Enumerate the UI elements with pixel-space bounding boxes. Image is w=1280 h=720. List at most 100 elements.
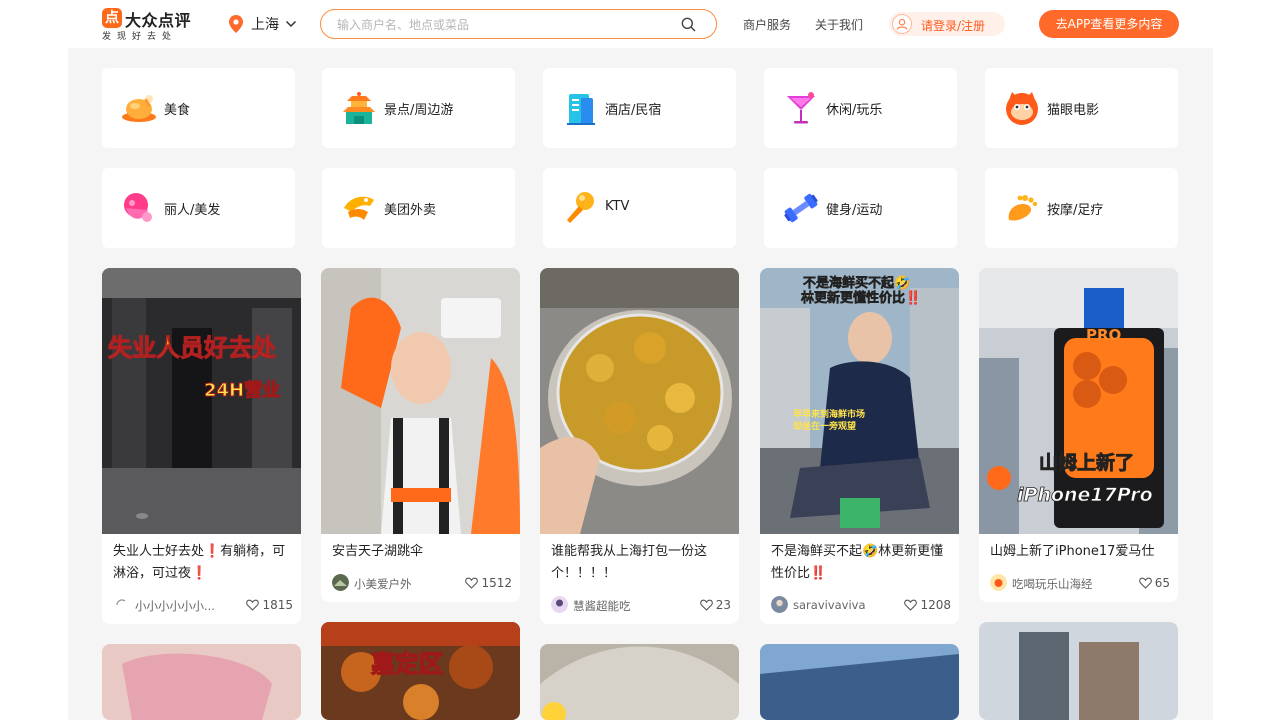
category-label: KTV [605, 199, 630, 214]
author-avatar [990, 574, 1007, 591]
like-button[interactable]: 1815 [246, 597, 293, 613]
author-avatar [332, 574, 349, 591]
category-hotel[interactable]: 酒店/民宿 [543, 68, 736, 148]
search-box [320, 9, 717, 39]
cocktail-icon [787, 92, 815, 124]
search-icon[interactable] [681, 17, 696, 32]
feed-card[interactable]: 嘉定区 [321, 622, 520, 720]
category-label: 丽人/美发 [164, 203, 221, 218]
category-ktv[interactable]: KTV [543, 168, 736, 248]
feed-card[interactable] [102, 644, 301, 720]
category-label: 美团外卖 [384, 203, 437, 218]
feed-card[interactable]: 安吉天子湖跳伞 小美爱户外 1512 [321, 268, 520, 602]
login-label: 请登录/注册 [921, 19, 986, 33]
location-pin-icon [229, 15, 243, 33]
category-food[interactable]: 美食 [102, 68, 295, 148]
category-label: 猫眼电影 [1047, 103, 1100, 118]
category-leisure[interactable]: 休闲/玩乐 [764, 68, 957, 148]
top-header: 点 大众点评 发现好去处 上海 商户服务 关于我们 请登录/注册 去APP查看更… [0, 0, 1280, 48]
author-name: saravivaviva [793, 598, 866, 612]
like-button[interactable]: 23 [699, 597, 731, 613]
image-caption: 林更新更懂性价比‼️ [801, 291, 922, 307]
like-count: 23 [715, 598, 731, 612]
heart-icon [904, 599, 918, 611]
nav-about-us[interactable]: 关于我们 [815, 16, 863, 33]
post-meta: 小小小小小小... 1815 [113, 596, 293, 614]
chevron-down-icon [285, 20, 297, 28]
roast-chicken-icon [122, 95, 156, 122]
author-name: 慧酱超能吃 [573, 599, 631, 613]
like-button[interactable]: 1208 [904, 597, 951, 613]
category-label: 景点/周边游 [384, 103, 454, 118]
like-count: 1208 [920, 598, 951, 612]
feed-card[interactable] [540, 644, 739, 720]
like-button[interactable]: 65 [1138, 575, 1170, 591]
like-count: 1815 [262, 598, 293, 612]
author-name: 小美爱户外 [354, 577, 412, 591]
feed-card[interactable]: PRO 山姆上新了 iPhone17Pro 山姆上新了iPhone17爱马仕 吃… [979, 268, 1178, 602]
post-image [540, 644, 739, 720]
image-caption: iPhone17Pro [1017, 484, 1153, 507]
image-caption: 山姆上新了 [1039, 452, 1135, 475]
heart-icon [699, 599, 713, 611]
category-delivery[interactable]: 美团外卖 [322, 168, 515, 248]
feed-card[interactable] [979, 622, 1178, 720]
pagoda-icon [343, 92, 375, 124]
post-title[interactable]: 安吉天子湖跳伞 [332, 541, 512, 563]
post-meta: 慧酱超能吃 23 [551, 596, 731, 614]
logo-mark-icon: 点 [102, 8, 122, 28]
feed-card[interactable]: 谁能帮我从上海打包一份这个！！！！ 慧酱超能吃 23 [540, 268, 739, 624]
post-image [102, 644, 301, 720]
feed-card[interactable]: 不是海鲜买不起🤣 林更新更懂性价比‼️ 早早来到海鲜市场 却坐在一旁观望 不是海… [760, 268, 959, 624]
post-meta: 吃喝玩乐山海经 65 [990, 574, 1170, 592]
post-meta: saravivaviva 1208 [771, 596, 951, 614]
foot-icon [1008, 195, 1038, 221]
city-name: 上海 [251, 17, 279, 33]
logo-slogan: 发现好去处 [102, 32, 178, 42]
post-title[interactable]: 失业人士好去处❗有躺椅，可淋浴，可过夜❗ [113, 541, 293, 585]
heart-icon [465, 577, 479, 589]
category-massage[interactable]: 按摩/足疗 [985, 168, 1178, 248]
like-button[interactable]: 1512 [465, 575, 512, 591]
open-app-button[interactable]: 去APP查看更多内容 [1039, 10, 1179, 38]
user-icon [892, 14, 912, 34]
dianping-logo[interactable]: 点 大众点评 发现好去处 [102, 7, 194, 42]
dumbbell-icon [784, 193, 818, 223]
author-avatar [113, 596, 130, 613]
main-content: 美食 景点/周边游 酒店/民宿 休闲/玩乐 猫眼电影 丽人/美发 美团外卖 KT… [68, 48, 1213, 720]
feed-card[interactable] [760, 644, 959, 720]
feed-card[interactable]: 失业人员好去处 24H营业 失业人士好去处❗有躺椅，可淋浴，可过夜❗ 小小小小小… [102, 268, 301, 624]
post-title[interactable]: 不是海鲜买不起🤣林更新更懂性价比‼️ [771, 541, 951, 585]
category-movies[interactable]: 猫眼电影 [985, 68, 1178, 148]
image-caption: PRO [1086, 326, 1122, 344]
microphone-icon [567, 192, 594, 223]
beauty-head-icon [124, 193, 152, 222]
image-caption: 24H营业 [203, 380, 281, 402]
search-input[interactable] [337, 16, 667, 34]
like-count: 1512 [481, 576, 512, 590]
post-image [760, 268, 959, 534]
post-image [321, 268, 520, 534]
category-scenic[interactable]: 景点/周边游 [322, 68, 515, 148]
heart-icon [246, 599, 260, 611]
post-image [979, 622, 1178, 720]
category-label: 按摩/足疗 [1047, 203, 1104, 218]
post-meta: 小美爱户外 1512 [332, 574, 512, 592]
image-caption: 失业人员好去处 [108, 334, 277, 363]
logo-title: 大众点评 [125, 11, 192, 30]
post-title[interactable]: 谁能帮我从上海打包一份这个！！！！ [551, 541, 731, 585]
city-selector[interactable]: 上海 [229, 14, 297, 34]
post-image [760, 644, 959, 720]
author-name: 吃喝玩乐山海经 [1012, 577, 1093, 591]
delivery-kangaroo-icon [344, 196, 374, 220]
nav-merchant-services[interactable]: 商户服务 [743, 16, 791, 33]
author-avatar [551, 596, 568, 613]
image-caption: 嘉定区 [371, 650, 444, 679]
category-beauty[interactable]: 丽人/美发 [102, 168, 295, 248]
category-fitness[interactable]: 健身/运动 [764, 168, 957, 248]
category-label: 休闲/玩乐 [826, 103, 883, 118]
login-button[interactable]: 请登录/注册 [889, 12, 1005, 36]
hotel-building-icon [567, 94, 595, 125]
post-title[interactable]: 山姆上新了iPhone17爱马仕 [990, 541, 1170, 563]
category-label: 健身/运动 [826, 203, 883, 218]
